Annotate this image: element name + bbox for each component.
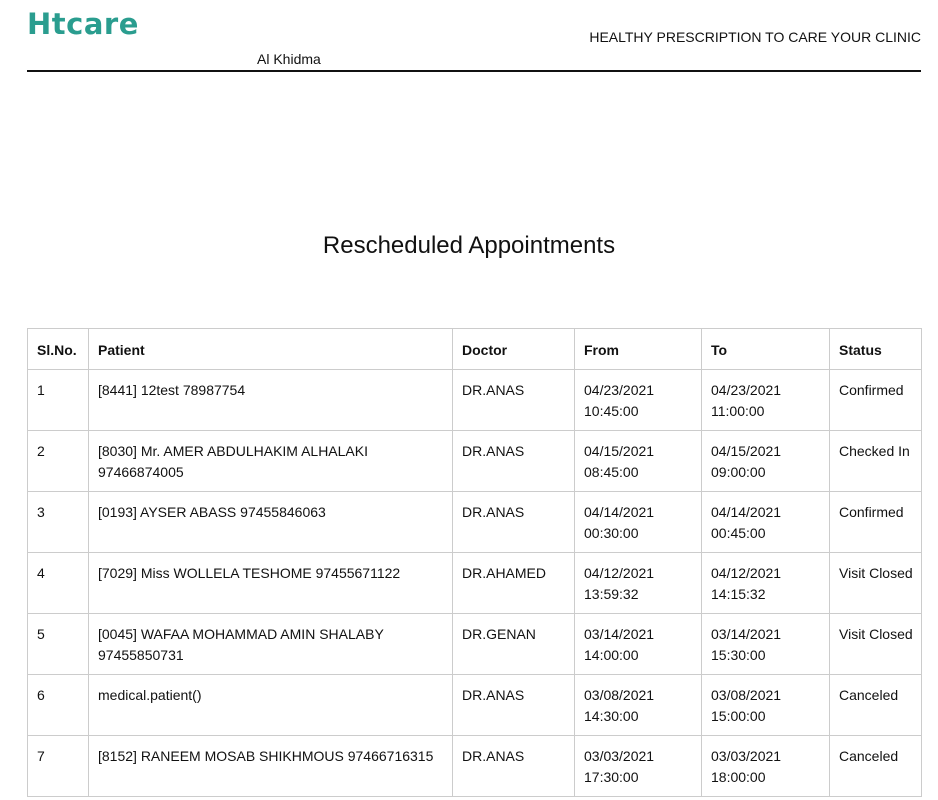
cell-to: 03/03/2021 18:00:00 (701, 735, 830, 797)
to-date: 04/12/2021 (711, 565, 782, 581)
table-row: 1 [8441] 12test 78987754 DR.ANAS 04/23/2… (27, 369, 922, 431)
to-time: 11:00:00 (711, 403, 765, 419)
cell-doctor: DR.AHAMED (452, 552, 575, 614)
cell-doctor: DR.GENAN (452, 613, 575, 675)
table-row: 6 medical.patient() DR.ANAS 03/08/2021 14… (27, 674, 922, 736)
cell-doctor: DR.ANAS (452, 369, 575, 431)
cell-status: Visit Closed (829, 613, 922, 675)
cell-doctor: DR.ANAS (452, 674, 575, 736)
cell-status: Confirmed (829, 369, 922, 431)
cell-to: 04/12/2021 14:15:32 (701, 552, 830, 614)
from-time: 17:30:00 (584, 769, 639, 785)
cell-to: 03/14/2021 15:30:00 (701, 613, 830, 675)
table-row: 7 [8152] RANEEM MOSAB SHIKHMOUS 97466716… (27, 735, 922, 797)
appointments-table: Sl.No. Patient Doctor From To Status 1 [… (27, 328, 922, 797)
cell-doctor: DR.ANAS (452, 430, 575, 492)
to-date: 03/08/2021 (711, 687, 782, 703)
cell-from: 04/12/2021 13:59:32 (574, 552, 702, 614)
from-time: 14:00:00 (584, 647, 639, 663)
cell-sl: 1 (27, 369, 89, 431)
to-time: 15:00:00 (711, 708, 766, 724)
from-date: 04/15/2021 (584, 443, 655, 459)
cell-status: Visit Closed (829, 552, 922, 614)
from-date: 03/08/2021 (584, 687, 655, 703)
from-time: 00:30:00 (584, 525, 639, 541)
cell-to: 04/14/2021 00:45:00 (701, 491, 830, 553)
from-time: 13:59:32 (584, 586, 639, 602)
cell-doctor: DR.ANAS (452, 735, 575, 797)
from-date: 04/14/2021 (584, 504, 655, 520)
table-row: 4 [7029] Miss WOLLELA TESHOME 9745567112… (27, 552, 922, 614)
cell-sl: 2 (27, 430, 89, 492)
to-time: 09:00:00 (711, 464, 766, 480)
htcare-logo: Htcare (27, 7, 139, 41)
from-time: 10:45:00 (584, 403, 639, 419)
cell-to: 04/23/2021 11:00:00 (701, 369, 830, 431)
column-header-sl: Sl.No. (27, 328, 89, 370)
cell-from: 03/03/2021 17:30:00 (574, 735, 702, 797)
column-header-to: To (701, 328, 830, 370)
from-time: 14:30:00 (584, 708, 639, 724)
cell-from: 03/08/2021 14:30:00 (574, 674, 702, 736)
from-date: 03/03/2021 (584, 748, 655, 764)
cell-patient: medical.patient() (88, 674, 453, 736)
cell-to: 03/08/2021 15:00:00 (701, 674, 830, 736)
cell-patient: [0193] AYSER ABASS 97455846063 (88, 491, 453, 553)
cell-patient: [7029] Miss WOLLELA TESHOME 97455671122 (88, 552, 453, 614)
to-time: 18:00:00 (711, 769, 766, 785)
table-row: 5 [0045] WAFAA MOHAMMAD AMIN SHALABY 974… (27, 613, 922, 675)
cell-to: 04/15/2021 09:00:00 (701, 430, 830, 492)
cell-status: Checked In (829, 430, 922, 492)
from-date: 03/14/2021 (584, 626, 655, 642)
cell-patient: [8030] Mr. AMER ABDULHAKIM ALHALAKI 9746… (88, 430, 453, 492)
cell-from: 04/14/2021 00:30:00 (574, 491, 702, 553)
column-header-status: Status (829, 328, 922, 370)
column-header-doctor: Doctor (452, 328, 575, 370)
to-date: 04/14/2021 (711, 504, 782, 520)
table-header-row: Sl.No. Patient Doctor From To Status (27, 328, 922, 370)
table-row: 2 [8030] Mr. AMER ABDULHAKIM ALHALAKI 97… (27, 430, 922, 492)
cell-doctor: DR.ANAS (452, 491, 575, 553)
cell-status: Canceled (829, 735, 922, 797)
header-tagline: HEALTHY PRESCRIPTION TO CARE YOUR CLINIC (589, 29, 921, 45)
to-date: 04/15/2021 (711, 443, 782, 459)
cell-sl: 7 (27, 735, 89, 797)
to-date: 03/14/2021 (711, 626, 782, 642)
column-header-from: From (574, 328, 702, 370)
to-time: 15:30:00 (711, 647, 766, 663)
cell-patient: [8152] RANEEM MOSAB SHIKHMOUS 9746671631… (88, 735, 453, 797)
report-title: Rescheduled Appointments (322, 232, 616, 259)
cell-sl: 4 (27, 552, 89, 614)
cell-patient: [8441] 12test 78987754 (88, 369, 453, 431)
cell-patient: [0045] WAFAA MOHAMMAD AMIN SHALABY 97455… (88, 613, 453, 675)
cell-from: 04/15/2021 08:45:00 (574, 430, 702, 492)
report-header: Htcare HEALTHY PRESCRIPTION TO CARE YOUR… (27, 0, 921, 72)
to-time: 00:45:00 (711, 525, 766, 541)
to-date: 04/23/2021 (711, 382, 782, 398)
cell-status: Confirmed (829, 491, 922, 553)
column-header-patient: Patient (88, 328, 453, 370)
from-date: 04/23/2021 (584, 382, 655, 398)
cell-sl: 6 (27, 674, 89, 736)
cell-status: Canceled (829, 674, 922, 736)
from-time: 08:45:00 (584, 464, 639, 480)
to-date: 03/03/2021 (711, 748, 782, 764)
cell-sl: 5 (27, 613, 89, 675)
clinic-name: Al Khidma (257, 51, 321, 67)
cell-sl: 3 (27, 491, 89, 553)
from-date: 04/12/2021 (584, 565, 655, 581)
table-row: 3 [0193] AYSER ABASS 97455846063 DR.ANAS… (27, 491, 922, 553)
to-time: 14:15:32 (711, 586, 766, 602)
cell-from: 03/14/2021 14:00:00 (574, 613, 702, 675)
cell-from: 04/23/2021 10:45:00 (574, 369, 702, 431)
